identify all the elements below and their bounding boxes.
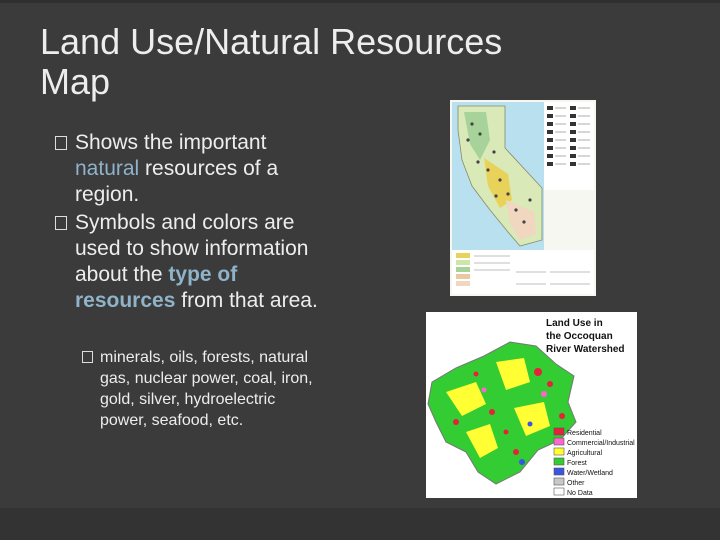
highlight-text: natural [75,157,140,180]
slide: Land Use/Natural Resources Map Shows the… [0,0,720,540]
legend-swatch [553,457,565,466]
legend-swatch [553,437,565,446]
legend-swatch [553,467,565,476]
map2-title-line-1: Land Use in [546,318,603,329]
bullet-item: Shows the important natural resources of… [55,130,330,208]
legend-label: No Data [567,490,593,497]
legend-swatch [456,267,470,272]
bullet-text: Shows the important [75,131,267,154]
legend-swatch [553,477,565,486]
top-stripe [0,0,720,3]
bullet-list: Shows the important natural resources of… [55,130,330,316]
legend-label: Residential [567,430,602,437]
legend-swatch [553,487,565,496]
legend-swatch [553,447,565,456]
slide-title: Land Use/Natural Resources Map [40,22,600,102]
legend-label: Water/Wetland [567,470,613,477]
footer-band [0,508,720,540]
bullet-text: from that area. [175,289,318,312]
legend-swatch [456,253,470,258]
legend-swatch [553,427,565,436]
bullet-box-icon [55,216,67,230]
land-use-map: Land Use in the Occoquan River Watershed… [426,312,637,498]
legend-label: Commercial/Industrial [567,440,635,447]
bullet-box-icon [82,351,93,363]
legend-label: Forest [567,460,587,467]
legend-label: Agricultural [567,450,602,457]
title-line-1: Land Use/Natural Resources [40,21,503,62]
sub-bullet: minerals, oils, forests, natural gas, nu… [82,347,322,431]
natural-resources-map [450,100,596,296]
legend-swatch [456,274,470,279]
legend-swatch [456,281,470,286]
bullet-box-icon [55,136,67,150]
bullet-item: Symbols and colors are used to show info… [55,210,330,314]
sub-bullet-text: minerals, oils, forests, natural gas, nu… [100,349,313,429]
map2-title-line-2: the Occoquan [546,331,613,342]
legend-swatch [456,260,470,265]
map2-title-line-3: River Watershed [546,344,625,355]
title-line-2: Map [40,61,111,102]
legend-label: Other [567,480,585,487]
